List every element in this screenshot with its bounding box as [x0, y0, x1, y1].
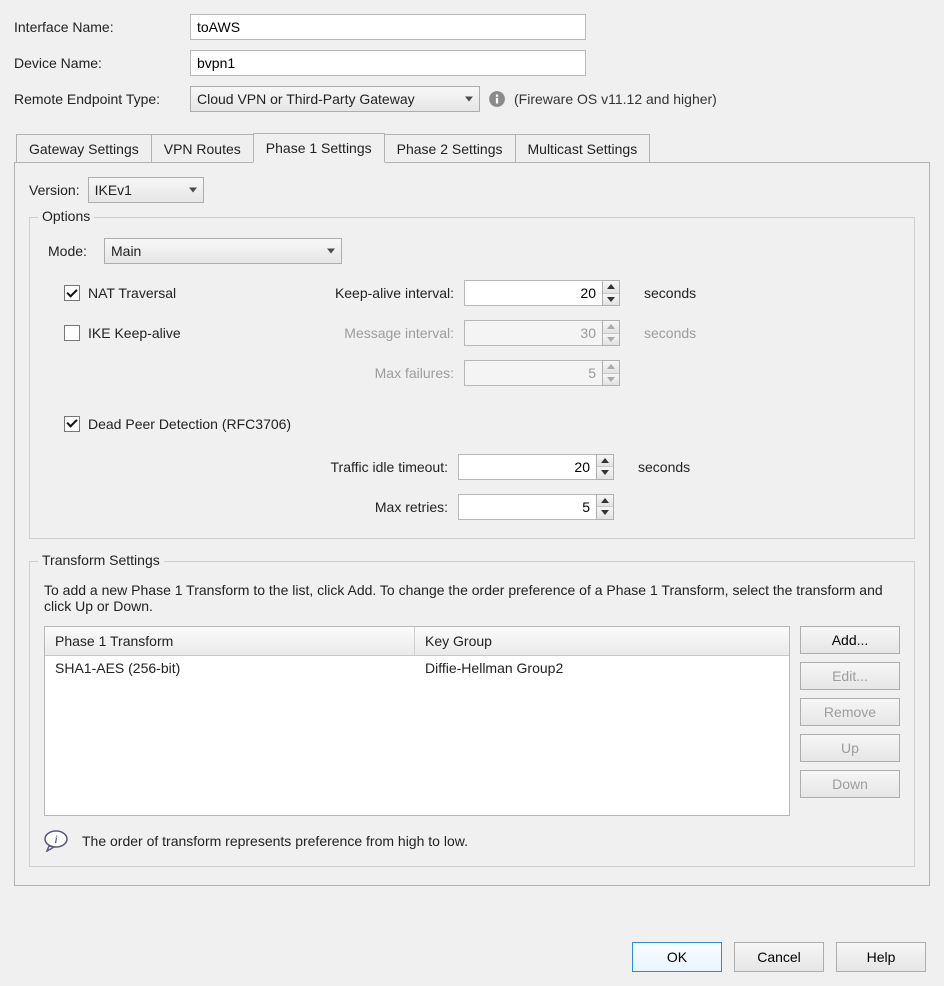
- remote-endpoint-dropdown[interactable]: Cloud VPN or Third-Party Gateway: [190, 86, 480, 112]
- spin-up-icon[interactable]: [597, 455, 613, 468]
- max-retries-input[interactable]: [458, 494, 596, 520]
- transform-help-text: To add a new Phase 1 Transform to the li…: [44, 582, 900, 614]
- keepalive-interval-label: Keep-alive interval:: [274, 285, 454, 301]
- ike-keepalive-checkbox[interactable]: IKE Keep-alive: [64, 325, 264, 341]
- version-value: IKEv1: [95, 182, 132, 198]
- spin-up-icon[interactable]: [603, 281, 619, 294]
- down-button: Down: [800, 770, 900, 798]
- traffic-idle-seconds-label: seconds: [638, 459, 896, 475]
- spin-down-icon[interactable]: [597, 507, 613, 519]
- tab-vpn-routes[interactable]: VPN Routes: [151, 134, 254, 163]
- spin-down-icon[interactable]: [603, 294, 619, 306]
- spin-down-icon[interactable]: [597, 467, 613, 479]
- dpd-label: Dead Peer Detection (RFC3706): [88, 416, 291, 432]
- transform-row0-c1: SHA1-AES (256-bit): [45, 656, 415, 680]
- chevron-down-icon: [327, 249, 335, 254]
- info-bubble-icon: i: [44, 830, 70, 852]
- spin-down-icon: [603, 334, 619, 346]
- mode-label: Mode:: [48, 243, 96, 259]
- spin-up-icon: [603, 321, 619, 334]
- nat-traversal-label: NAT Traversal: [88, 285, 176, 301]
- tab-bar: Gateway Settings VPN Routes Phase 1 Sett…: [14, 132, 930, 162]
- chevron-down-icon: [189, 188, 197, 193]
- svg-text:i: i: [54, 832, 57, 846]
- transform-col1-header[interactable]: Phase 1 Transform: [45, 627, 415, 655]
- transform-table[interactable]: Phase 1 Transform Key Group SHA1-AES (25…: [44, 626, 790, 816]
- version-dropdown[interactable]: IKEv1: [88, 177, 204, 203]
- options-legend: Options: [38, 208, 94, 224]
- remove-button: Remove: [800, 698, 900, 726]
- check-icon: [66, 286, 77, 297]
- version-label: Version:: [29, 182, 80, 198]
- device-name-input[interactable]: [190, 50, 586, 76]
- up-button: Up: [800, 734, 900, 762]
- nat-traversal-checkbox[interactable]: NAT Traversal: [64, 285, 264, 301]
- max-retries-spin[interactable]: [458, 494, 628, 520]
- mode-dropdown[interactable]: Main: [104, 238, 342, 264]
- max-failures-label: Max failures:: [274, 365, 454, 381]
- message-interval-seconds-label: seconds: [644, 325, 896, 341]
- transform-settings-legend: Transform Settings: [38, 552, 164, 568]
- device-name-label: Device Name:: [14, 55, 190, 71]
- keepalive-seconds-label: seconds: [644, 285, 896, 301]
- tab-phase1-settings[interactable]: Phase 1 Settings: [253, 133, 385, 163]
- keepalive-interval-input[interactable]: [464, 280, 602, 306]
- check-icon: [66, 416, 77, 427]
- dpd-checkbox[interactable]: Dead Peer Detection (RFC3706): [64, 416, 291, 432]
- tab-multicast-settings[interactable]: Multicast Settings: [515, 134, 651, 163]
- table-row[interactable]: SHA1-AES (256-bit) Diffie-Hellman Group2: [45, 656, 789, 680]
- mode-value: Main: [111, 243, 141, 259]
- spin-down-icon: [603, 374, 619, 386]
- interface-name-label: Interface Name:: [14, 19, 190, 35]
- chevron-down-icon: [465, 97, 473, 102]
- add-button[interactable]: Add...: [800, 626, 900, 654]
- message-interval-input: [464, 320, 602, 346]
- ok-button[interactable]: OK: [632, 942, 722, 972]
- remote-endpoint-value: Cloud VPN or Third-Party Gateway: [197, 91, 415, 107]
- message-interval-label: Message interval:: [274, 325, 454, 341]
- interface-name-input[interactable]: [190, 14, 586, 40]
- message-interval-spin: [464, 320, 634, 346]
- transform-order-hint: The order of transform represents prefer…: [82, 833, 468, 849]
- max-retries-label: Max retries:: [64, 499, 448, 515]
- help-button[interactable]: Help: [836, 942, 926, 972]
- traffic-idle-label: Traffic idle timeout:: [64, 459, 448, 475]
- cancel-button[interactable]: Cancel: [734, 942, 824, 972]
- traffic-idle-input[interactable]: [458, 454, 596, 480]
- transform-settings-group: Transform Settings To add a new Phase 1 …: [29, 561, 915, 867]
- spin-up-icon: [603, 361, 619, 374]
- max-failures-input: [464, 360, 602, 386]
- max-failures-spin: [464, 360, 634, 386]
- transform-col2-header[interactable]: Key Group: [415, 627, 789, 655]
- options-group: Options Mode: Main NAT Traversal Keep-al…: [29, 217, 915, 539]
- transform-row0-c2: Diffie-Hellman Group2: [415, 656, 789, 680]
- spin-up-icon[interactable]: [597, 495, 613, 508]
- info-icon: [488, 90, 506, 108]
- traffic-idle-spin[interactable]: [458, 454, 628, 480]
- edit-button: Edit...: [800, 662, 900, 690]
- remote-endpoint-hint: (Fireware OS v11.12 and higher): [514, 91, 717, 107]
- tab-phase2-settings[interactable]: Phase 2 Settings: [384, 134, 516, 163]
- tab-gateway-settings[interactable]: Gateway Settings: [16, 134, 152, 163]
- tab-panel-phase1: Version: IKEv1 Options Mode: Main: [14, 162, 930, 886]
- keepalive-interval-spin[interactable]: [464, 280, 634, 306]
- ike-keepalive-label: IKE Keep-alive: [88, 325, 181, 341]
- remote-endpoint-label: Remote Endpoint Type:: [14, 91, 190, 107]
